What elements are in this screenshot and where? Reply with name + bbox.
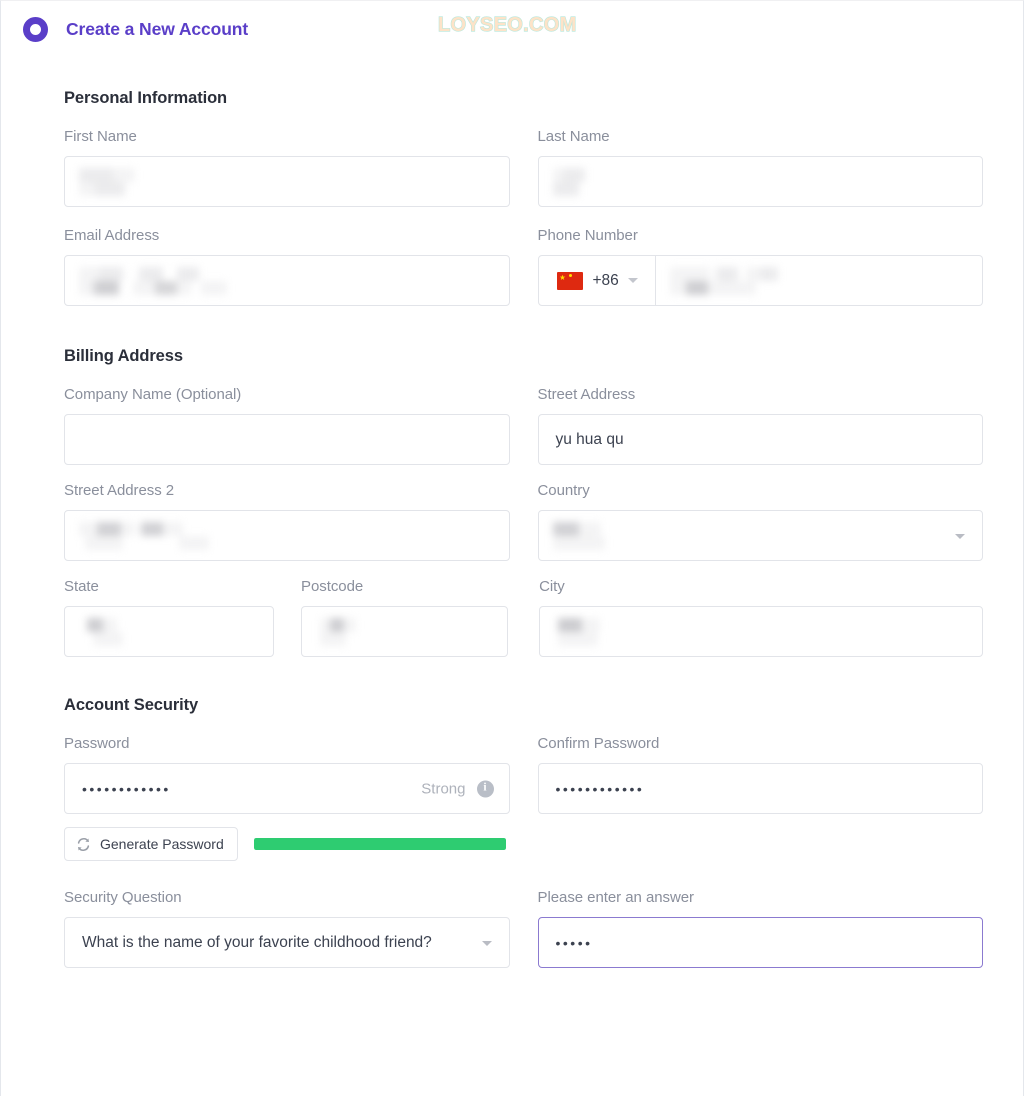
label-street-address-2: Street Address 2	[64, 482, 175, 499]
password-strength-label: Strong	[421, 780, 466, 797]
info-circle-icon[interactable]: i	[476, 780, 494, 797]
section-title-security: Account Security	[64, 696, 199, 714]
redacted-value	[79, 267, 227, 295]
field-phone: Phone Number +86	[537, 227, 983, 306]
first-name-input[interactable]	[64, 156, 510, 207]
redacted-value	[558, 618, 601, 646]
security-answer-input[interactable]: •••••	[537, 917, 983, 968]
label-security-answer: Please enter an answer	[537, 889, 695, 906]
country-code-select[interactable]: +86	[537, 255, 656, 306]
country-code-value: +86	[592, 271, 619, 289]
last-name-input[interactable]	[537, 156, 983, 207]
chevron-down-icon	[955, 533, 965, 539]
label-password: Password	[64, 735, 130, 752]
generate-password-label: Generate Password	[100, 836, 224, 852]
redacted-value	[552, 522, 605, 550]
label-first-name: First Name	[64, 128, 137, 145]
field-first-name: First Name	[64, 128, 510, 207]
watermark-loyseo: LOYSEO.COM	[437, 13, 577, 36]
field-postcode: Postcode	[301, 578, 509, 657]
redacted-value	[87, 618, 123, 646]
chevron-down-icon	[627, 278, 638, 283]
password-input[interactable]: •••••••••••• Strong i	[64, 763, 510, 814]
state-input[interactable]	[64, 606, 275, 657]
section-title-personal: Personal Information	[64, 89, 228, 107]
redacted-value	[669, 267, 778, 295]
field-password: Password •••••••••••• Strong i Generate …	[64, 735, 510, 861]
section-title-billing: Billing Address	[64, 347, 183, 365]
field-confirm-password: Confirm Password ••••••••••••	[537, 735, 983, 861]
password-value: ••••••••••••	[82, 780, 171, 797]
label-state: State	[64, 578, 99, 595]
generate-password-button[interactable]: Generate Password	[64, 827, 238, 861]
postcode-input[interactable]	[301, 606, 509, 657]
phone-group: +86	[537, 255, 983, 306]
field-email: Email Address	[64, 227, 510, 306]
phone-number-input[interactable]	[655, 255, 983, 306]
company-name-input[interactable]	[64, 414, 510, 465]
street-address-value: yu hua qu	[555, 430, 624, 448]
page-title: Create a New Account	[66, 19, 249, 39]
label-last-name: Last Name	[537, 128, 610, 145]
country-select[interactable]	[537, 510, 983, 561]
generate-password-row: Generate Password	[64, 827, 510, 861]
field-street-address-2: Street Address 2	[64, 482, 510, 561]
label-company: Company Name (Optional)	[64, 386, 242, 403]
label-security-question: Security Question	[64, 889, 182, 906]
password-strength-fill	[253, 838, 506, 850]
account-signup-page: Create a New Account LOYSEO.COM Personal…	[0, 0, 1024, 1096]
chevron-down-icon	[481, 940, 492, 946]
email-input[interactable]	[64, 255, 510, 306]
password-strength-group: Strong i	[421, 780, 494, 797]
signup-form: Personal Information First Name Last Nam…	[1, 89, 1023, 968]
label-phone: Phone Number	[537, 227, 638, 244]
flag-cn-icon	[556, 271, 583, 290]
field-country: Country	[537, 482, 983, 561]
security-question-value: What is the name of your favorite childh…	[82, 933, 432, 951]
field-street-address: Street Address yu hua qu	[537, 386, 983, 465]
security-question-select[interactable]: What is the name of your favorite childh…	[64, 917, 510, 968]
security-answer-value: •••••	[555, 934, 593, 951]
label-street-address: Street Address	[537, 386, 636, 403]
ring-logo-icon	[23, 17, 48, 42]
street-address-2-input[interactable]	[64, 510, 510, 561]
redacted-value	[552, 168, 585, 196]
label-country: Country	[537, 482, 590, 499]
label-city: City	[539, 578, 565, 595]
street-address-input[interactable]: yu hua qu	[537, 414, 983, 465]
field-security-answer: Please enter an answer •••••	[537, 889, 983, 968]
field-security-question: Security Question What is the name of yo…	[64, 889, 510, 968]
refresh-icon	[77, 837, 90, 851]
label-postcode: Postcode	[301, 578, 364, 595]
label-email: Email Address	[64, 227, 160, 244]
redacted-value	[320, 618, 357, 646]
confirm-password-input[interactable]: ••••••••••••	[537, 763, 983, 814]
field-company: Company Name (Optional)	[64, 386, 510, 465]
confirm-password-value: ••••••••••••	[555, 780, 645, 797]
label-confirm-password: Confirm Password	[537, 735, 660, 752]
password-strength-bar	[253, 838, 506, 850]
field-city: City	[539, 578, 983, 657]
redacted-value	[79, 168, 135, 196]
field-last-name: Last Name	[537, 128, 983, 207]
city-input[interactable]	[539, 606, 983, 657]
page-header: Create a New Account LOYSEO.COM	[1, 1, 1023, 58]
field-state: State	[64, 578, 275, 657]
redacted-value	[79, 522, 209, 550]
